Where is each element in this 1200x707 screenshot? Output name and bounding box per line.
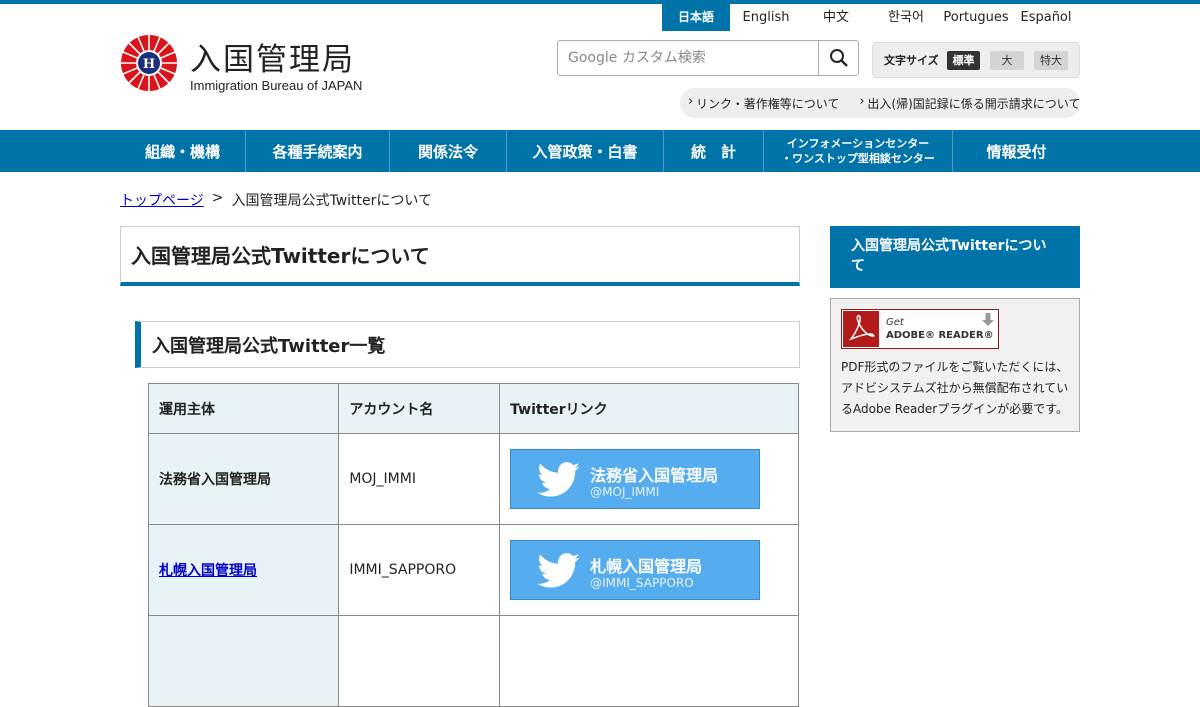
cell-twitter-link: 札幌入国管理局 @IMMI_SAPPORO — [499, 524, 799, 616]
lang-korean[interactable]: 한국어 — [870, 4, 942, 31]
link-disclosure-request[interactable]: 出入(帰)国記録に係る開示請求について — [851, 94, 1080, 112]
nav-reports[interactable]: 情報受付 — [953, 130, 1080, 172]
cell-operator — [147, 615, 340, 707]
adobe-logo-icon — [843, 311, 879, 347]
table-row: 法務省入国管理局 MOJ_IMMI 法務省入国管理局 @MOJ_IMMI — [147, 433, 799, 525]
nav-organization[interactable]: 組織・機構 — [120, 130, 246, 172]
search-input[interactable] — [558, 41, 818, 75]
header-account: アカウント名 — [338, 383, 501, 434]
font-size-label: 文字サイズ — [884, 54, 939, 67]
twitter-bird-icon — [537, 462, 581, 497]
font-size-standard[interactable]: 標準 — [947, 50, 980, 70]
header-operator: 運用主体 — [147, 383, 340, 434]
nav-policy[interactable]: 入管政策・白書 — [507, 130, 664, 172]
download-arrow-icon — [982, 313, 994, 326]
lang-chinese[interactable]: 中文 — [802, 4, 870, 31]
nav-info-center[interactable]: インフォメーションセンター ・ワンストップ型相談センター — [764, 130, 953, 172]
breadcrumb-current: 入国管理局公式Twitterについて — [231, 193, 432, 209]
cell-account: MOJ_IMMI — [338, 433, 501, 525]
section-title-box: 入国管理局公式Twitter一覧 — [135, 321, 800, 368]
twitter-bird-icon — [537, 553, 581, 588]
adobe-get-label: Get — [886, 317, 904, 328]
adobe-reader-button[interactable]: Get ADOBE® READER® — [841, 309, 999, 349]
cell-operator: 札幌入国管理局 — [147, 524, 340, 616]
adobe-reader-label: ADOBE® READER® — [886, 330, 994, 341]
lang-portuguese[interactable]: Portugues — [942, 4, 1010, 31]
page-title: 入国管理局公式Twitterについて — [131, 244, 430, 268]
twitter-accounts-table: 運用主体 アカウント名 Twitterリンク 法務省入国管理局 MOJ_IMMI… — [147, 383, 799, 707]
table-row — [147, 615, 799, 707]
font-size-large[interactable]: 大 — [990, 50, 1024, 70]
cell-account — [338, 615, 501, 707]
lang-japanese[interactable]: 日本語 — [662, 4, 730, 31]
page-title-box: 入国管理局公式Twitterについて — [120, 226, 800, 286]
table-row: 札幌入国管理局 IMMI_SAPPORO 札幌入国管理局 @IMMI_SAPPO… — [147, 524, 799, 616]
utility-links: リンク・著作権等について 出入(帰)国記録に係る開示請求について — [680, 88, 1080, 118]
cell-account: IMMI_SAPPORO — [338, 524, 501, 616]
bureau-emblem-icon: H — [121, 35, 177, 91]
breadcrumb: トップページ > 入国管理局公式Twitterについて — [120, 190, 432, 210]
twitter-button-handle: @IMMI_SAPPORO — [590, 576, 694, 590]
search-icon — [829, 49, 848, 67]
pdf-note: PDF形式のファイルをご覧いただくには、アドビシステムズ社から無償配布されている… — [841, 360, 1069, 416]
operator-link[interactable]: 札幌入国管理局 — [159, 563, 257, 579]
adobe-reader-box: Get ADOBE® READER® PDF形式のファイルをご覧いただくには、ア… — [830, 298, 1080, 432]
logo-title-jp: 入国管理局 — [190, 42, 355, 78]
twitter-button[interactable]: 法務省入国管理局 @MOJ_IMMI — [510, 449, 761, 509]
language-bar: 日本語 English 中文 한국어 Portugues Español — [662, 4, 1082, 31]
site-search — [557, 40, 859, 76]
section-title: 入国管理局公式Twitter一覧 — [152, 335, 386, 357]
search-button[interactable] — [818, 41, 858, 75]
lang-spanish[interactable]: Español — [1010, 4, 1082, 31]
twitter-button-name: 法務省入国管理局 — [590, 466, 719, 485]
lang-english[interactable]: English — [730, 4, 802, 31]
logo-title-en: Immigration Bureau of JAPAN — [190, 78, 363, 93]
twitter-button-name: 札幌入国管理局 — [590, 557, 703, 576]
site-logo[interactable]: H 入国管理局 Immigration Bureau of JAPAN — [120, 34, 370, 94]
nav-statistics[interactable]: 統 計 — [664, 130, 764, 172]
twitter-button-handle: @MOJ_IMMI — [590, 485, 660, 499]
font-size-extra-large[interactable]: 特大 — [1034, 50, 1068, 70]
table-header-row: 運用主体 アカウント名 Twitterリンク — [147, 383, 799, 434]
cell-twitter-link: 法務省入国管理局 @MOJ_IMMI — [499, 433, 799, 525]
sidebar-heading[interactable]: 入国管理局公式Twitterについて — [830, 226, 1080, 288]
cell-twitter-link — [499, 615, 799, 707]
breadcrumb-home[interactable]: トップページ — [120, 190, 204, 210]
link-copyright[interactable]: リンク・著作権等について — [680, 94, 839, 112]
nav-procedures[interactable]: 各種手続案内 — [246, 130, 390, 172]
twitter-button[interactable]: 札幌入国管理局 @IMMI_SAPPORO — [510, 540, 761, 600]
header-twitter-link: Twitterリンク — [499, 383, 799, 434]
font-size-switcher: 文字サイズ 標準 大 特大 — [872, 42, 1080, 78]
global-nav: 組織・機構 各種手続案内 関係法令 入管政策・白書 統 計 インフォメーションセ… — [0, 130, 1200, 172]
cell-operator: 法務省入国管理局 — [147, 433, 340, 525]
nav-laws[interactable]: 関係法令 — [390, 130, 507, 172]
svg-text:H: H — [143, 57, 155, 72]
breadcrumb-separator: > — [211, 190, 224, 206]
